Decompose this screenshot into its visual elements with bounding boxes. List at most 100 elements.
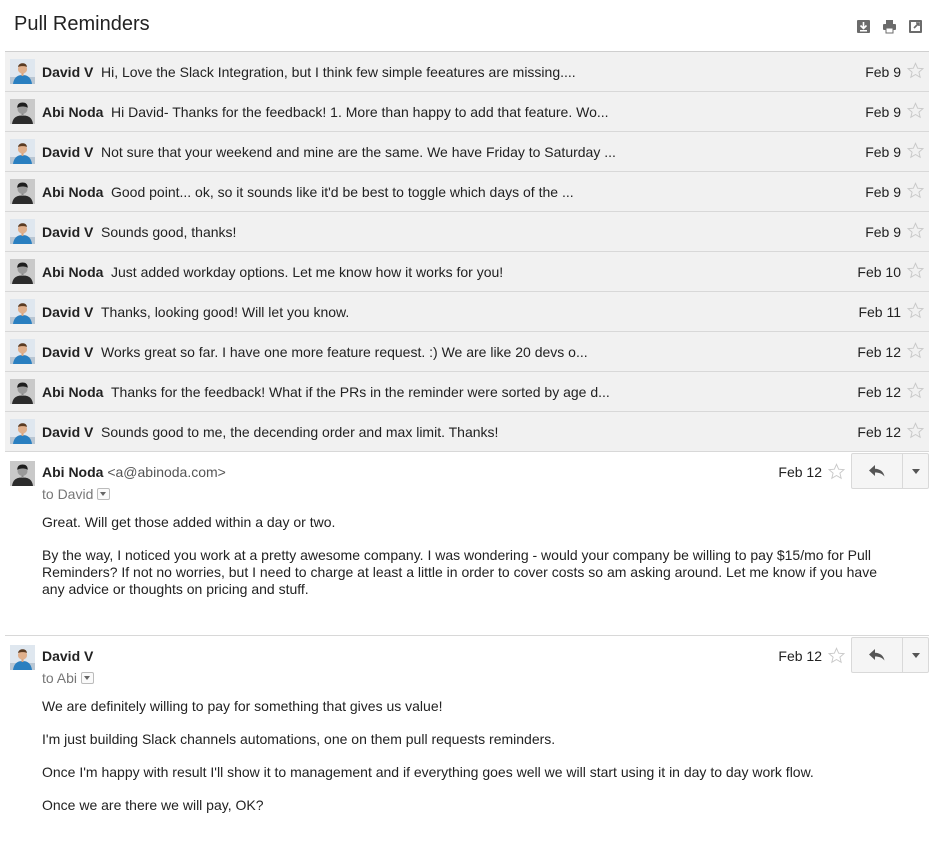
message-paragraph: We are definitely willing to pay for som…: [42, 698, 443, 714]
star-icon[interactable]: [828, 647, 845, 664]
message-date: Feb 12: [778, 464, 822, 480]
abi-avatar-image: [10, 461, 35, 486]
recipient-text: to Abi: [42, 670, 78, 686]
thread-subject: Pull Reminders: [14, 13, 150, 35]
star-icon[interactable]: [907, 262, 924, 279]
recipient-line: to Abi: [42, 670, 95, 686]
reply-button-group: [851, 637, 929, 673]
avatar[interactable]: [10, 219, 35, 244]
abi-avatar-image: [10, 99, 35, 124]
sender-name[interactable]: David V: [42, 648, 93, 664]
message-paragraph: Once I'm happy with result I'll show it …: [42, 764, 814, 780]
star-icon[interactable]: [907, 222, 924, 239]
collapsed-message-row[interactable]: David V Thanks, looking good! Will let yo…: [5, 292, 929, 332]
message-snippet: Thanks, looking good! Will let you know.: [101, 304, 350, 320]
david-avatar-image: [10, 419, 35, 444]
collapsed-message-row[interactable]: Abi Noda Thanks for the feedback! What if…: [5, 372, 929, 412]
message-date: Feb 11: [858, 304, 901, 320]
message-body: Great. Will get those added within a day…: [42, 514, 893, 614]
message-snippet: Sounds good to me, the decending order a…: [101, 424, 499, 440]
sender-email: <a@abinoda.com>: [107, 464, 226, 480]
david-avatar-image: [10, 339, 35, 364]
reply-icon: [869, 465, 885, 477]
message-date: Feb 12: [857, 384, 901, 400]
david-avatar-image: [10, 299, 35, 324]
message-snippet: Just added workday options. Let me know …: [111, 264, 504, 280]
sender-name: Abi Noda: [42, 264, 104, 280]
more-options-button[interactable]: [903, 454, 928, 488]
avatar[interactable]: [10, 299, 35, 324]
collapsed-message-row[interactable]: David V Sounds good, thanks! Feb 9: [5, 212, 929, 252]
recipient-text: to David: [42, 486, 94, 502]
message-body: We are definitely willing to pay for som…: [42, 698, 893, 830]
reply-button[interactable]: [852, 638, 903, 672]
avatar[interactable]: [10, 339, 35, 364]
sender-name: David V: [42, 304, 94, 320]
thread-toolbar: [856, 19, 923, 34]
collapsed-message-row[interactable]: Abi Noda Hi David- Thanks for the feedbac…: [5, 92, 929, 132]
message-snippet: Thanks for the feedback! What if the PRs…: [111, 384, 610, 400]
star-icon[interactable]: [907, 182, 924, 199]
message-snippet: Works great so far. I have one more feat…: [101, 344, 588, 360]
show-details-icon[interactable]: [81, 672, 95, 684]
david-avatar-image: [10, 139, 35, 164]
avatar[interactable]: [10, 99, 35, 124]
collapsed-message-row[interactable]: David V Sounds good to me, the decending …: [5, 412, 929, 452]
star-icon[interactable]: [907, 422, 924, 439]
message-snippet: Not sure that your weekend and mine are …: [101, 144, 616, 160]
show-details-icon[interactable]: [97, 488, 111, 500]
avatar[interactable]: [10, 461, 35, 486]
sender-name: David V: [42, 144, 94, 160]
expanded-message: David V to Abi Feb 12 We are definitely …: [5, 636, 929, 851]
message-paragraph: I'm just building Slack channels automat…: [42, 731, 556, 747]
message-date: Feb 9: [865, 104, 901, 120]
message-snippet: Good point... ok, so it sounds like it'd…: [111, 184, 574, 200]
avatar[interactable]: [10, 179, 35, 204]
sender-name: David V: [42, 424, 94, 440]
sender-line: David V: [42, 648, 93, 664]
download-icon[interactable]: [856, 19, 871, 34]
sender-name: David V: [42, 344, 94, 360]
star-icon[interactable]: [828, 463, 845, 480]
message-paragraph: Great. Will get those added within a day…: [42, 514, 336, 530]
avatar[interactable]: [10, 59, 35, 84]
collapsed-message-list: David V Hi, Love the Slack Integration, b…: [5, 51, 929, 452]
collapsed-message-row[interactable]: Abi Noda Just added workday options. Let …: [5, 252, 929, 292]
message-date: Feb 10: [857, 264, 901, 280]
star-icon[interactable]: [907, 142, 924, 159]
message-date: Feb 9: [865, 184, 901, 200]
david-avatar-image: [10, 645, 35, 670]
avatar[interactable]: [10, 379, 35, 404]
collapsed-message-row[interactable]: David V Not sure that your weekend and mi…: [5, 132, 929, 172]
star-icon[interactable]: [907, 102, 924, 119]
message-date: Feb 12: [778, 648, 822, 664]
print-icon[interactable]: [882, 19, 897, 34]
star-icon[interactable]: [907, 382, 924, 399]
recipient-line: to David: [42, 486, 111, 502]
sender-name[interactable]: Abi Noda: [42, 464, 103, 480]
reply-button[interactable]: [852, 454, 903, 488]
new-window-icon[interactable]: [908, 19, 923, 34]
star-icon[interactable]: [907, 302, 924, 319]
message-snippet: Hi David- Thanks for the feedback! 1. Mo…: [111, 104, 609, 120]
more-options-button[interactable]: [903, 638, 928, 672]
collapsed-message-row[interactable]: Abi Noda Good point... ok, so it sounds l…: [5, 172, 929, 212]
thread-header: Pull Reminders: [0, 0, 939, 51]
message-date: Feb 9: [865, 144, 901, 160]
sender-name: David V: [42, 224, 94, 240]
avatar[interactable]: [10, 645, 35, 670]
avatar[interactable]: [10, 139, 35, 164]
collapsed-message-row[interactable]: David V Hi, Love the Slack Integration, b…: [5, 52, 929, 92]
sender-name: David V: [42, 64, 94, 80]
reply-icon: [869, 649, 885, 661]
david-avatar-image: [10, 59, 35, 84]
message-paragraph: By the way, I noticed you work at a pret…: [42, 547, 877, 597]
abi-avatar-image: [10, 379, 35, 404]
avatar[interactable]: [10, 259, 35, 284]
abi-avatar-image: [10, 179, 35, 204]
abi-avatar-image: [10, 259, 35, 284]
collapsed-message-row[interactable]: David V Works great so far. I have one mo…: [5, 332, 929, 372]
star-icon[interactable]: [907, 342, 924, 359]
star-icon[interactable]: [907, 62, 924, 79]
avatar[interactable]: [10, 419, 35, 444]
